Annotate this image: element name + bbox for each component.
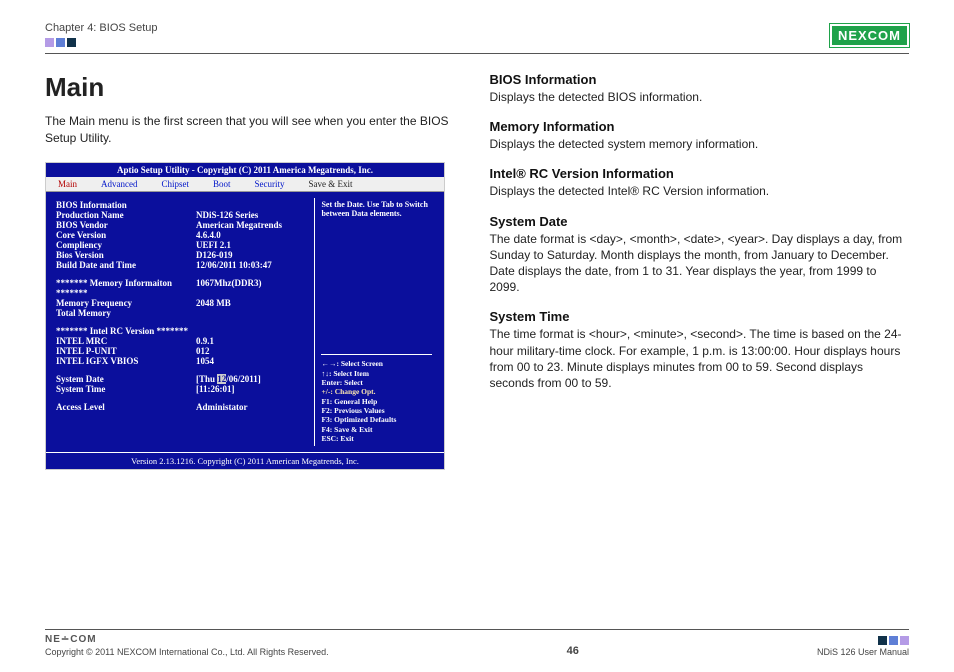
footer-manual-name: NDiS 126 User Manual — [817, 647, 909, 657]
doc-para-system-date: The date format is <day>, <month>, <date… — [490, 231, 910, 296]
tab-save-exit[interactable]: Save & Exit — [297, 177, 365, 191]
bios-main-panel: BIOS Information Production NameNDiS-126… — [52, 198, 314, 446]
tab-security[interactable]: Security — [243, 177, 297, 191]
bios-key-legend: ←→: Select Screen ↑↓: Select Item Enter:… — [321, 354, 432, 443]
nexcom-logo: NEXCOM — [830, 24, 909, 47]
bios-row-mem-freq: Memory Frequency2048 MB — [56, 298, 310, 308]
doc-heading-intel-rc: Intel® RC Version Information — [490, 166, 910, 181]
doc-para-bios-info: Displays the detected BIOS information. — [490, 89, 910, 105]
bios-row-compliency: CompliencyUEFI 2.1 — [56, 240, 310, 250]
tab-boot[interactable]: Boot — [201, 177, 243, 191]
tab-main[interactable]: Main — [46, 177, 89, 191]
bios-mem-header: ******* Memory Informaiton *******1067Mh… — [56, 278, 310, 298]
doc-para-memory-info: Displays the detected system memory info… — [490, 136, 910, 152]
doc-heading-system-time: System Time — [490, 309, 910, 324]
footer-logo: NE∸COM — [45, 634, 329, 645]
bios-tabs: Main Advanced Chipset Boot Security Save… — [46, 177, 444, 192]
page-intro: The Main menu is the first screen that y… — [45, 113, 465, 147]
bios-row-mrc: INTEL MRC0.9.1 — [56, 336, 310, 346]
bios-help-text: Set the Date. Use Tab to Switch between … — [321, 200, 432, 219]
bios-row-punit: INTEL P-UNIT012 — [56, 346, 310, 356]
page-footer: NE∸COM Copyright © 2011 NEXCOM Internati… — [45, 629, 909, 657]
bios-row-build-date: Build Date and Time12/06/2011 10:03:47 — [56, 260, 310, 270]
bios-row-access-level: Access LevelAdministator — [56, 402, 310, 412]
decorative-squares — [45, 38, 158, 47]
doc-heading-memory-info: Memory Information — [490, 119, 910, 134]
footer-copyright: Copyright © 2011 NEXCOM International Co… — [45, 647, 329, 657]
decorative-squares-footer — [817, 636, 909, 645]
bios-help-panel: Set the Date. Use Tab to Switch between … — [314, 198, 438, 446]
page-number: 46 — [567, 645, 579, 657]
bios-rc-header: ******* Intel RC Version ******* — [56, 326, 310, 336]
bios-row-total-mem: Total Memory — [56, 308, 310, 318]
bios-title-bar: Aptio Setup Utility - Copyright (C) 2011… — [46, 163, 444, 177]
bios-row-system-date[interactable]: System Date [Thu 12/06/2011] — [56, 374, 310, 384]
doc-heading-bios-info: BIOS Information — [490, 72, 910, 87]
bios-row-production-name: Production NameNDiS-126 Series — [56, 210, 310, 220]
page-title: Main — [45, 72, 465, 103]
bios-row-core-version: Core Version4.6.4.0 — [56, 230, 310, 240]
bios-screenshot: Aptio Setup Utility - Copyright (C) 2011… — [45, 162, 445, 470]
bios-footer-bar: Version 2.13.1216. Copyright (C) 2011 Am… — [46, 452, 444, 469]
bios-row-bios-version: Bios VersionD126-019 — [56, 250, 310, 260]
bios-section-header: BIOS Information — [56, 200, 310, 210]
page-header: Chapter 4: BIOS Setup NEXCOM — [45, 22, 909, 54]
chapter-reference: Chapter 4: BIOS Setup — [45, 22, 158, 34]
bios-row-system-time[interactable]: System Time[11:26:01] — [56, 384, 310, 394]
bios-row-vendor: BIOS VendorAmerican Megatrends — [56, 220, 310, 230]
doc-heading-system-date: System Date — [490, 214, 910, 229]
tab-chipset[interactable]: Chipset — [149, 177, 201, 191]
doc-para-system-time: The time format is <hour>, <minute>, <se… — [490, 326, 910, 391]
doc-para-intel-rc: Displays the detected Intel® RC Version … — [490, 183, 910, 199]
bios-row-vbios: INTEL IGFX VBIOS1054 — [56, 356, 310, 366]
tab-advanced[interactable]: Advanced — [89, 177, 149, 191]
